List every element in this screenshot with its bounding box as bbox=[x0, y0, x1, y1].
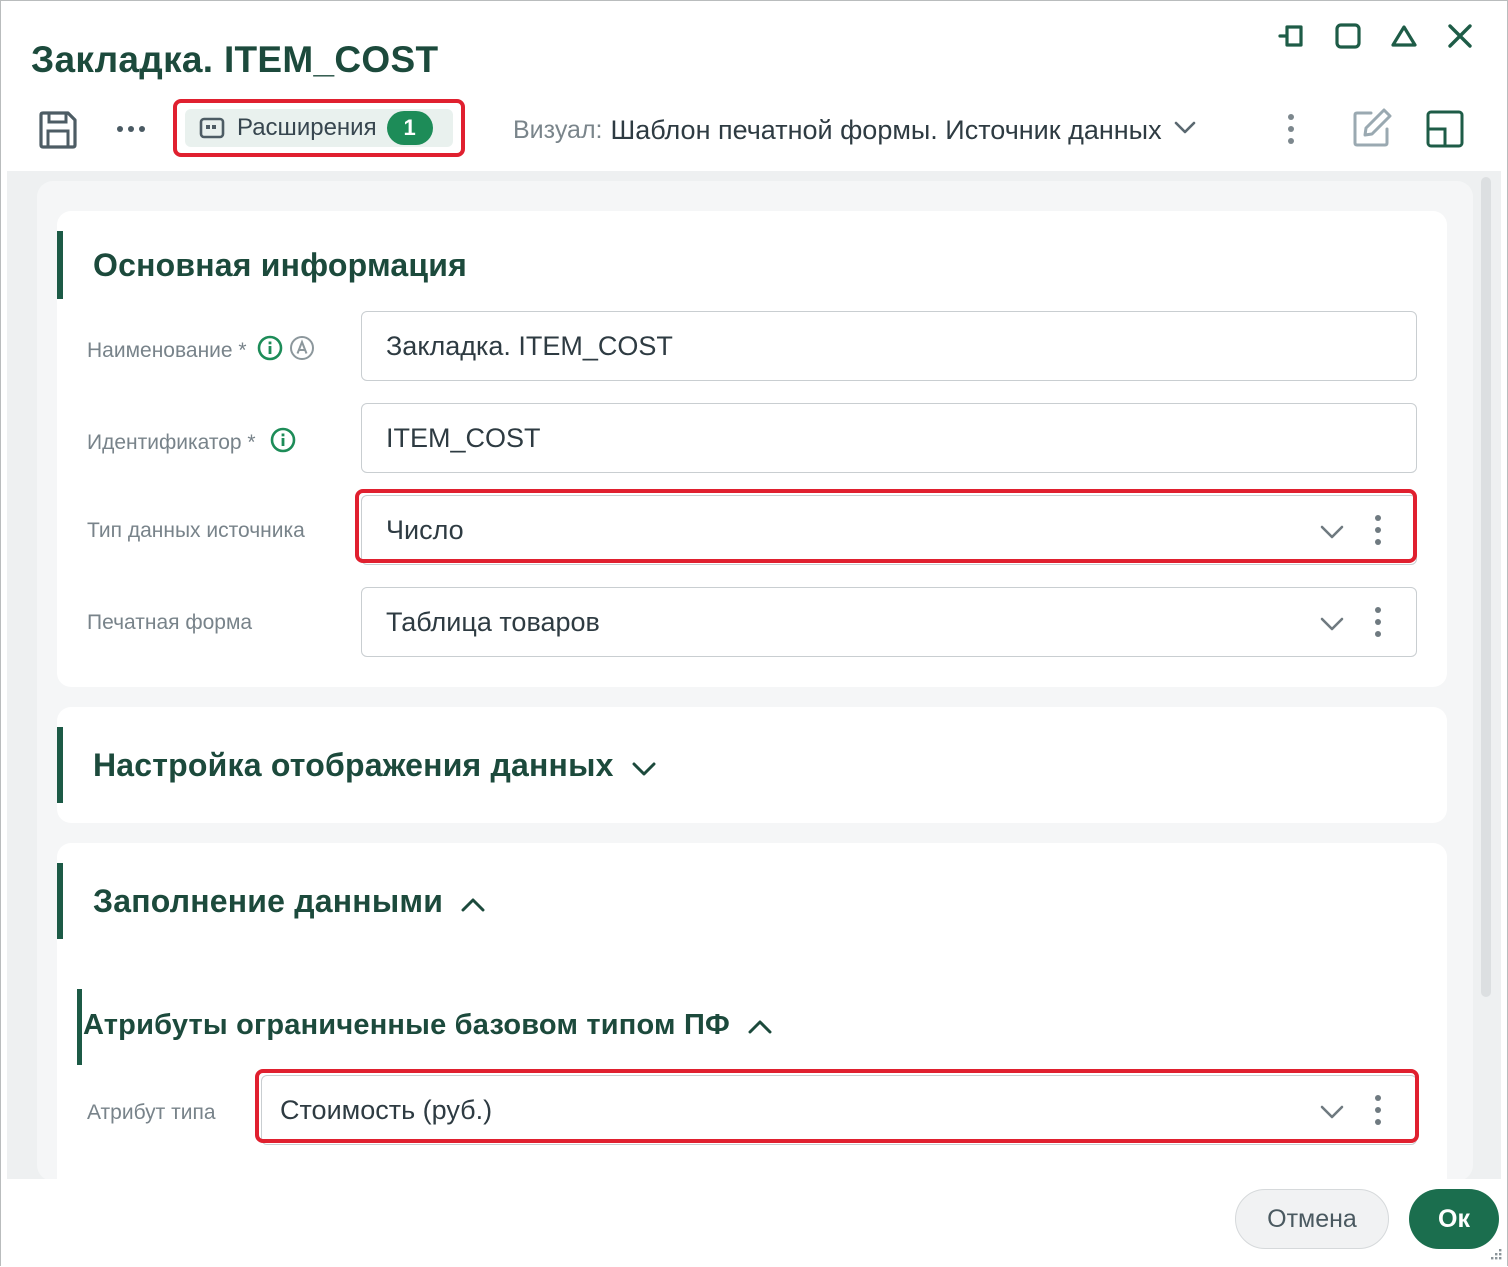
identifier-input[interactable]: ITEM_COST bbox=[361, 403, 1417, 473]
name-input[interactable]: Закладка. ITEM_COST bbox=[361, 311, 1417, 381]
identifier-value: ITEM_COST bbox=[386, 422, 541, 453]
name-label-text: Наименование * bbox=[87, 339, 247, 362]
visual-selector[interactable]: Визуал: Шаблон печатной формы. Источник … bbox=[513, 115, 1196, 146]
attributes-title-text: Атрибуты ограниченные базовом типом ПФ bbox=[83, 1009, 730, 1041]
subsection-accent-bar bbox=[77, 989, 82, 1065]
chevron-up-icon bbox=[748, 1009, 772, 1042]
section-title-display-settings[interactable]: Настройка отображения данных bbox=[93, 747, 656, 784]
chevron-down-icon[interactable] bbox=[1320, 515, 1344, 546]
print-form-value: Таблица товаров bbox=[386, 606, 600, 637]
main-info-card: Основная информация Наименование * Закла… bbox=[57, 211, 1447, 687]
print-form-field-label: Печатная форма bbox=[87, 611, 252, 635]
window-title: Закладка. ITEM_COST bbox=[31, 39, 439, 80]
source-type-label-text: Тип данных источника bbox=[87, 519, 305, 542]
more-vertical-icon[interactable] bbox=[1281, 109, 1301, 149]
type-attribute-label-text: Атрибут типа bbox=[87, 1101, 216, 1124]
scrollbar-thumb[interactable] bbox=[1481, 177, 1491, 997]
print-form-select[interactable]: Таблица товаров bbox=[361, 587, 1417, 657]
type-attribute-field-label: Атрибут типа bbox=[87, 1101, 216, 1125]
auto-translate-icon[interactable] bbox=[289, 335, 315, 367]
extensions-highlight: Расширения 1 bbox=[173, 99, 465, 157]
section-title-data-fill[interactable]: Заполнение данными bbox=[93, 883, 485, 920]
section-accent-bar bbox=[57, 231, 63, 299]
save-icon[interactable] bbox=[37, 109, 79, 151]
field-actions bbox=[1320, 588, 1416, 656]
extensions-label: Расширения bbox=[237, 114, 377, 141]
info-icon[interactable] bbox=[270, 427, 296, 459]
field-actions bbox=[1320, 1076, 1416, 1144]
chevron-down-icon bbox=[632, 747, 656, 784]
identifier-field-label: Идентификатор * bbox=[87, 427, 296, 459]
window-controls bbox=[1275, 19, 1477, 53]
chevron-down-icon[interactable] bbox=[1320, 607, 1344, 638]
maximize-icon[interactable] bbox=[1331, 19, 1365, 53]
pin-icon[interactable] bbox=[1275, 19, 1309, 53]
source-type-value: Число bbox=[386, 514, 464, 545]
identifier-label-text: Идентификатор * bbox=[87, 431, 256, 454]
chevron-down-icon[interactable] bbox=[1320, 1095, 1344, 1126]
field-actions bbox=[1320, 496, 1416, 564]
extensions-button[interactable]: Расширения 1 bbox=[185, 109, 453, 147]
display-settings-title-text: Настройка отображения данных bbox=[93, 747, 614, 783]
ok-button[interactable]: Ок bbox=[1409, 1189, 1499, 1249]
source-type-field-label: Тип данных источника bbox=[87, 519, 305, 543]
extensions-count-badge: 1 bbox=[386, 111, 433, 145]
edit-icon[interactable] bbox=[1351, 107, 1393, 149]
form-content: Основная информация Наименование * Закла… bbox=[7, 171, 1501, 1179]
resize-grip-icon[interactable] bbox=[1489, 1247, 1503, 1261]
info-icon[interactable] bbox=[257, 335, 283, 367]
section-accent-bar bbox=[57, 863, 63, 939]
vertical-scrollbar[interactable] bbox=[1479, 177, 1493, 1177]
name-field-label: Наименование * bbox=[87, 335, 315, 367]
dialog-footer: Отмена Ок bbox=[1, 1179, 1507, 1267]
visual-label: Визуал: bbox=[513, 116, 603, 144]
toolbar: Расширения 1 Визуал: Шаблон печатной фор… bbox=[1, 97, 1507, 167]
cancel-button[interactable]: Отмена bbox=[1235, 1189, 1389, 1249]
close-icon[interactable] bbox=[1443, 19, 1477, 53]
data-fill-title-text: Заполнение данными bbox=[93, 883, 444, 919]
form-panel: Основная информация Наименование * Закла… bbox=[37, 181, 1473, 1179]
print-form-label-text: Печатная форма bbox=[87, 611, 253, 634]
data-fill-card: Заполнение данными Атрибуты ограниченные… bbox=[57, 843, 1447, 1179]
chevron-up-icon bbox=[461, 883, 485, 920]
dialog-window: Закладка. ITEM_COST Расширения 1 Визуал:… bbox=[0, 0, 1508, 1267]
more-vertical-icon[interactable] bbox=[1368, 1090, 1388, 1130]
collapse-icon[interactable] bbox=[1387, 19, 1421, 53]
more-horizontal-icon[interactable] bbox=[109, 109, 153, 149]
extensions-icon bbox=[199, 117, 225, 139]
type-attribute-select[interactable]: Стоимость (руб.) bbox=[261, 1075, 1417, 1145]
display-settings-card[interactable]: Настройка отображения данных bbox=[57, 707, 1447, 823]
more-vertical-icon[interactable] bbox=[1368, 602, 1388, 642]
more-vertical-icon[interactable] bbox=[1368, 510, 1388, 550]
visual-value: Шаблон печатной формы. Источник данных bbox=[610, 115, 1162, 145]
name-value: Закладка. ITEM_COST bbox=[386, 330, 673, 361]
layout-icon[interactable] bbox=[1425, 109, 1465, 149]
section-accent-bar bbox=[57, 727, 63, 803]
section-title-main-info: Основная информация bbox=[93, 247, 468, 283]
subsection-title-attributes[interactable]: Атрибуты ограниченные базовом типом ПФ bbox=[83, 1009, 772, 1042]
source-type-select[interactable]: Число bbox=[361, 495, 1417, 565]
chevron-down-icon bbox=[1174, 121, 1196, 140]
type-attribute-value: Стоимость (руб.) bbox=[280, 1094, 493, 1125]
